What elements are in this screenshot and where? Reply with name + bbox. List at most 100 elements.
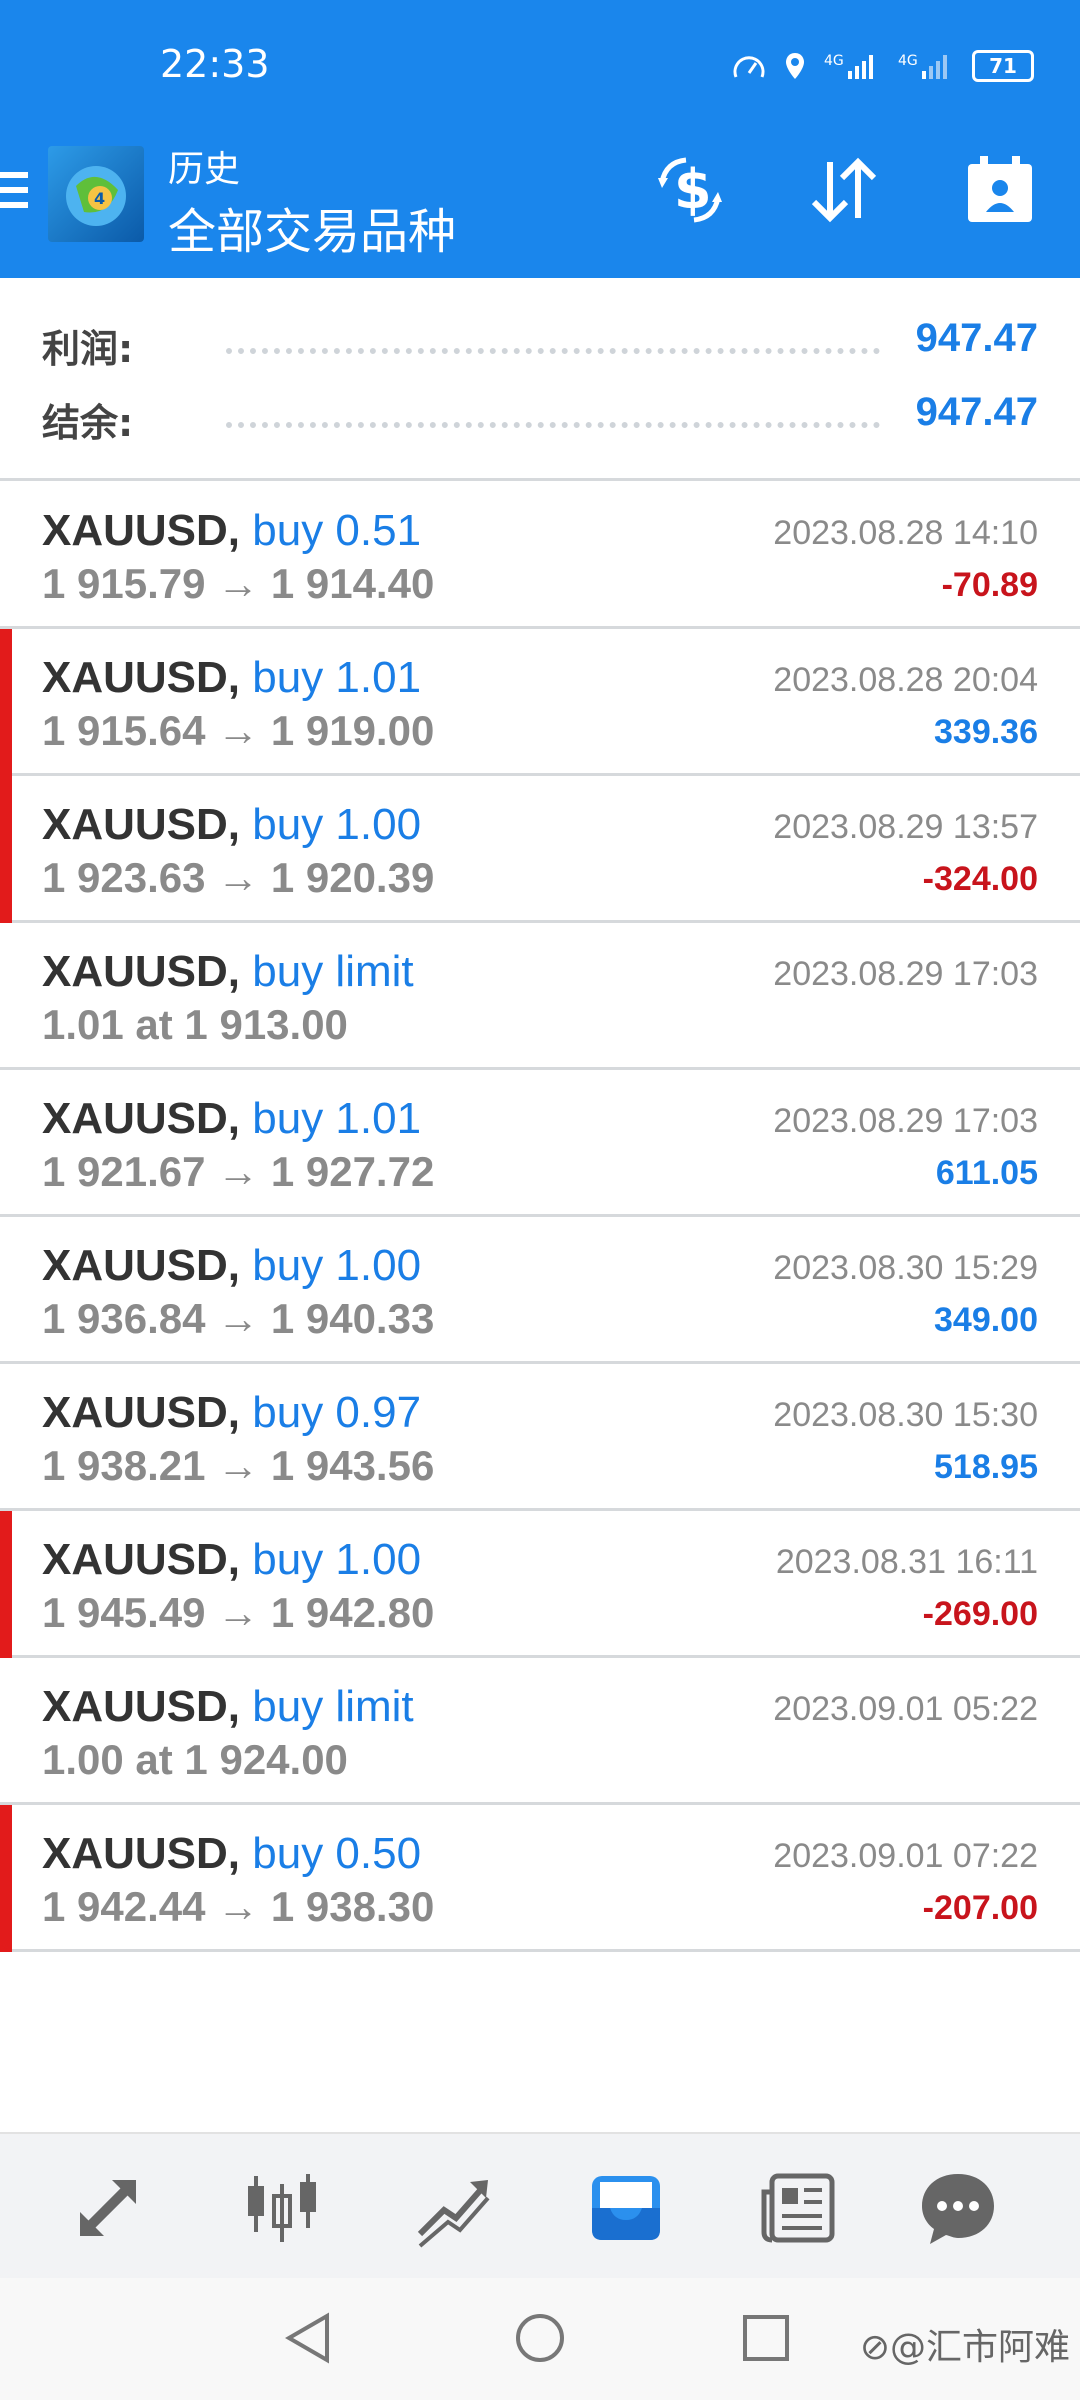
symbol-name: XAUUSD — [42, 1241, 228, 1290]
signal-4g-icon: 4G — [824, 53, 873, 79]
trade-prices: 1 921.67 → 1 927.72 — [42, 1148, 435, 1195]
trade-prices: 1 936.84 → 1 940.33 — [42, 1295, 435, 1342]
symbol-name: XAUUSD — [42, 800, 228, 849]
trade-row[interactable]: XAUUSD, buy 1.01 1 915.64 → 1 919.00 2023.… — [0, 629, 1080, 776]
trade-side: buy 0.50 — [252, 1829, 422, 1878]
candlestick-icon[interactable] — [232, 2158, 332, 2258]
status-time: 22:33 — [160, 42, 270, 86]
home-icon[interactable] — [510, 2308, 570, 2368]
watermark: ⊘@汇市阿难 — [859, 2327, 1070, 2368]
trade-side: buy 0.51 — [252, 506, 422, 555]
trade-profit: 611.05 — [935, 1154, 1038, 1192]
loss-marker — [0, 776, 12, 923]
trade-row[interactable]: XAUUSD, buy 0.50 1 942.44 → 1 938.30 2023.… — [0, 1805, 1080, 1952]
menu-icon[interactable] — [0, 172, 28, 216]
screen-title: 历史 — [168, 149, 241, 190]
trade-side: buy 1.00 — [252, 800, 422, 849]
signal-4g-icon-2: 4G — [898, 53, 947, 79]
summary-value: 947.47 — [915, 390, 1038, 434]
history-inbox-icon[interactable] — [576, 2158, 676, 2258]
symbol-name: XAUUSD — [42, 1094, 228, 1143]
leader-dots — [226, 422, 880, 428]
trade-prices: 1 938.21 → 1 943.56 — [42, 1442, 435, 1489]
battery-indicator: 71 — [972, 50, 1034, 82]
separator: , — [227, 947, 253, 996]
trade-row[interactable]: XAUUSD, buy 0.51 1 915.79 → 1 914.40 2023.… — [0, 482, 1080, 629]
currency-exchange-icon[interactable]: $ — [652, 152, 728, 228]
symbol-name: XAUUSD — [42, 1829, 228, 1878]
trade-time: 2023.09.01 07:22 — [773, 1837, 1038, 1875]
trade-side: buy 1.00 — [252, 1241, 422, 1290]
chat-icon[interactable] — [908, 2158, 1008, 2258]
trade-row[interactable]: XAUUSD, buy 1.00 1 945.49 → 1 942.80 2023.… — [0, 1511, 1080, 1658]
summary-balance: 结余: 947.47 — [0, 378, 1080, 450]
trade-row[interactable]: XAUUSD, buy 0.97 1 938.21 → 1 943.56 2023.… — [0, 1364, 1080, 1511]
symbol-name: XAUUSD — [42, 1535, 228, 1584]
bottom-nav — [0, 2132, 1080, 2280]
trade-symbol: XAUUSD, buy 1.01 — [42, 1094, 421, 1144]
separator: , — [227, 1535, 253, 1584]
separator: , — [227, 800, 253, 849]
app-header: 22:33 4G 4G 71 4 历史 全部交易品种 $ — [0, 0, 1080, 278]
trade-symbol: XAUUSD, buy 0.51 — [42, 506, 421, 556]
separator: , — [227, 1241, 253, 1290]
trade-side: buy limit — [252, 1682, 414, 1731]
trade-prices: 1 915.79 → 1 914.40 — [42, 560, 435, 607]
news-icon[interactable] — [748, 2158, 848, 2258]
trade-arrows-icon[interactable] — [58, 2158, 158, 2258]
separator: , — [227, 1388, 253, 1437]
trade-symbol: XAUUSD, buy 1.00 — [42, 800, 421, 850]
trade-symbol: XAUUSD, buy 1.00 — [42, 1241, 421, 1291]
summary-value: 947.47 — [915, 316, 1038, 360]
symbol-filter[interactable]: 全部交易品种 — [168, 192, 456, 262]
chart-line-icon[interactable] — [404, 2158, 504, 2258]
trade-row[interactable]: XAUUSD, buy limit 1.00 at 1 924.00 2023.09… — [0, 1658, 1080, 1805]
trade-time: 2023.09.01 05:22 — [773, 1690, 1038, 1728]
symbol-name: XAUUSD — [42, 1388, 228, 1437]
leader-dots — [226, 348, 880, 354]
trade-side: buy 1.01 — [252, 653, 422, 702]
trade-symbol: XAUUSD, buy 0.97 — [42, 1388, 421, 1438]
symbol-name: XAUUSD — [42, 506, 228, 555]
system-nav-bar: ⊘@汇市阿难 — [0, 2278, 1080, 2400]
trade-row[interactable]: XAUUSD, buy 1.00 1 923.63 → 1 920.39 2023.… — [0, 776, 1080, 923]
separator: , — [227, 1682, 253, 1731]
trade-time: 2023.08.31 16:11 — [775, 1543, 1038, 1581]
trade-time: 2023.08.28 14:10 — [773, 514, 1038, 552]
trade-profit: -70.89 — [941, 566, 1038, 604]
trade-time: 2023.08.29 17:03 — [773, 1102, 1038, 1140]
trade-profit: 339.36 — [934, 713, 1038, 751]
trade-profit: 349.00 — [934, 1301, 1038, 1339]
trade-side: buy 1.01 — [252, 1094, 422, 1143]
speed-icon — [733, 56, 765, 78]
trade-row[interactable]: XAUUSD, buy 1.01 1 921.67 → 1 927.72 2023.… — [0, 1070, 1080, 1217]
recents-icon[interactable] — [736, 2308, 796, 2368]
trade-time: 2023.08.29 17:03 — [773, 955, 1038, 993]
separator: , — [227, 1829, 253, 1878]
svg-text:4: 4 — [94, 189, 105, 208]
summary-profit: 利润: 947.47 — [0, 304, 1080, 376]
calendar-account-icon[interactable] — [962, 152, 1038, 228]
loss-marker — [0, 1511, 12, 1658]
summary-label: 结余: — [42, 401, 134, 445]
loss-marker — [0, 1805, 12, 1952]
trade-side: buy 0.97 — [252, 1388, 422, 1437]
trade-row[interactable]: XAUUSD, buy limit 1.01 at 1 913.00 2023.08… — [0, 923, 1080, 1070]
trade-prices: 1 942.44 → 1 938.30 — [42, 1883, 435, 1930]
location-icon — [786, 53, 804, 79]
trade-symbol: XAUUSD, buy 1.01 — [42, 653, 421, 703]
sort-icon[interactable] — [806, 152, 882, 228]
separator: , — [227, 506, 253, 555]
trade-prices: 1 915.64 → 1 919.00 — [42, 707, 435, 754]
status-icons: 4G 4G 71 — [732, 50, 1034, 82]
trade-prices: 1.01 at 1 913.00 — [42, 1001, 348, 1048]
back-icon[interactable] — [278, 2308, 338, 2368]
trade-side: buy 1.00 — [252, 1535, 422, 1584]
summary-label: 利润: — [42, 327, 134, 371]
trade-time: 2023.08.30 15:29 — [773, 1249, 1038, 1287]
symbol-name: XAUUSD — [42, 947, 228, 996]
trade-row[interactable]: XAUUSD, buy 1.00 1 936.84 → 1 940.33 2023.… — [0, 1217, 1080, 1364]
trade-symbol: XAUUSD, buy limit — [42, 1682, 414, 1732]
trade-profit: 518.95 — [934, 1448, 1038, 1486]
trade-symbol: XAUUSD, buy 1.00 — [42, 1535, 421, 1585]
